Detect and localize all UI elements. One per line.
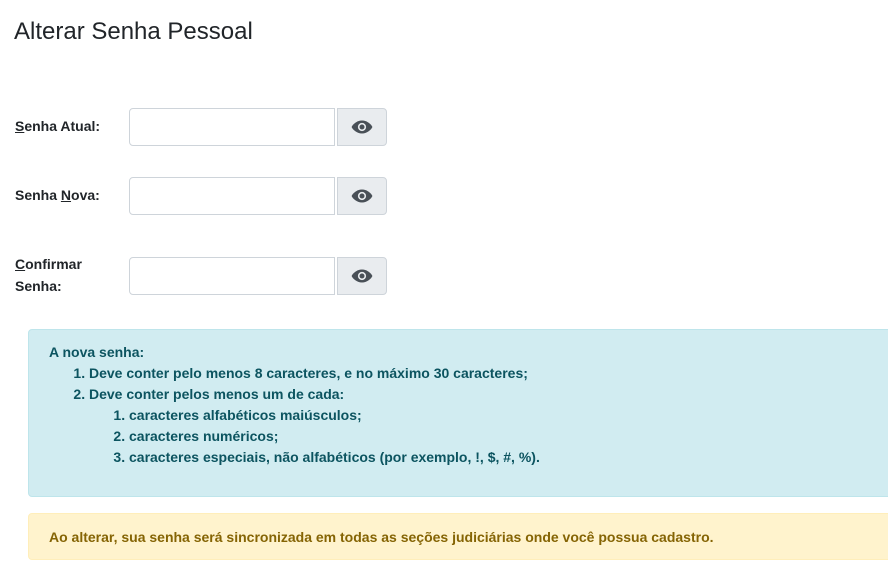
password-rules-alert: A nova senha: Deve conter pelo menos 8 c… (28, 329, 888, 497)
subrule-item: caracteres especiais, não alfabéticos (p… (129, 447, 877, 468)
current-password-input[interactable] (129, 108, 335, 146)
subrule-item: caracteres alfabéticos maiúsculos; (129, 405, 877, 426)
label-text: Senha (15, 187, 61, 203)
page-title: Alterar Senha Pessoal (14, 18, 253, 45)
confirm-password-input[interactable] (129, 257, 335, 295)
eye-icon (351, 120, 373, 134)
warning-text: Ao alterar, sua senha será sincronizada … (49, 529, 714, 545)
eye-icon (351, 269, 373, 283)
label-text: Senha: (15, 278, 62, 294)
eye-icon (351, 189, 373, 203)
rule-text: Deve conter pelos menos um de cada: (89, 386, 345, 402)
change-password-page: Alterar Senha Pessoal Senha Atual: Senha… (0, 0, 888, 567)
access-key: S (15, 118, 25, 134)
rules-intro: A nova senha: (49, 344, 145, 360)
rule-item: Deve conter pelos menos um de cada: cara… (89, 384, 877, 468)
confirm-password-label: Confirmar Senha: (15, 253, 82, 297)
show-new-password-button[interactable] (337, 177, 387, 215)
label-text: onfirmar (25, 256, 82, 272)
new-password-input[interactable] (129, 177, 335, 215)
rules-list: Deve conter pelo menos 8 caracteres, e n… (49, 363, 877, 468)
access-key: N (60, 187, 72, 203)
show-current-password-button[interactable] (337, 108, 387, 146)
subrule-item: caracteres numéricos; (129, 426, 877, 447)
label-text: enha Atual: (24, 118, 101, 134)
sync-warning-alert: Ao alterar, sua senha será sincronizada … (28, 513, 888, 560)
show-confirm-password-button[interactable] (337, 257, 387, 295)
label-text: ova: (71, 187, 100, 203)
new-password-label: Senha Nova: (15, 184, 100, 206)
subrules-list: caracteres alfabéticos maiúsculos; carac… (89, 405, 877, 468)
rule-item: Deve conter pelo menos 8 caracteres, e n… (89, 363, 877, 384)
current-password-label: Senha Atual: (15, 115, 100, 137)
rule-text: Deve conter pelo menos 8 caracteres, e n… (89, 365, 528, 381)
access-key: C (15, 256, 26, 272)
